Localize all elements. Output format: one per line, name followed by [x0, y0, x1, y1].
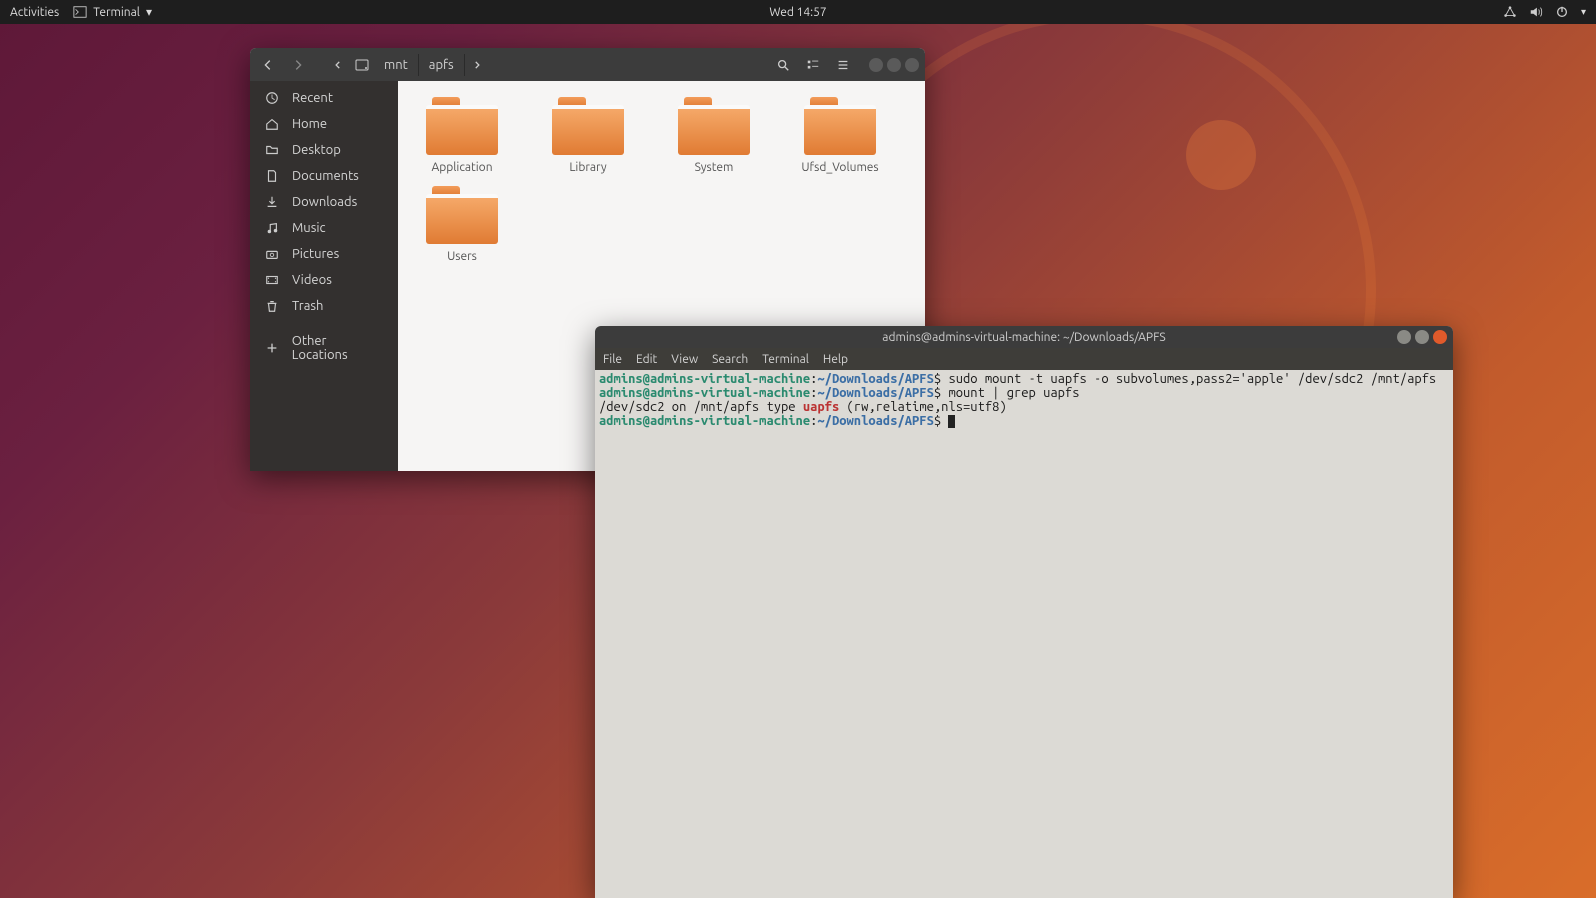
chevron-down-icon[interactable]: ▾	[1581, 6, 1586, 18]
close-button[interactable]	[905, 58, 919, 72]
network-icon[interactable]	[1503, 5, 1517, 19]
folder-label: Application	[414, 161, 510, 174]
sidebar-item-documents[interactable]: Documents	[250, 163, 398, 189]
download-icon	[264, 194, 280, 210]
sidebar-item-other-locations[interactable]: Other Locations	[250, 329, 398, 367]
sidebar-item-label: Downloads	[292, 195, 357, 209]
path-back-button[interactable]	[326, 53, 350, 77]
menu-search[interactable]: Search	[712, 353, 748, 366]
terminal-body[interactable]: admins@admins-virtual-machine:~/Download…	[595, 370, 1453, 898]
sidebar-item-label: Desktop	[292, 143, 341, 157]
gnome-topbar: Activities Terminal ▾ Wed 14:57 ▾	[0, 0, 1596, 24]
back-button[interactable]	[256, 53, 280, 77]
sidebar-item-videos[interactable]: Videos	[250, 267, 398, 293]
folder-system[interactable]: System	[666, 97, 762, 174]
sidebar-item-desktop[interactable]: Desktop	[250, 137, 398, 163]
sidebar-item-label: Home	[292, 117, 327, 131]
folder-icon	[426, 97, 498, 155]
minimize-button[interactable]	[1397, 330, 1411, 344]
maximize-button[interactable]	[1415, 330, 1429, 344]
plus-icon	[264, 340, 280, 356]
menu-view[interactable]: View	[671, 353, 698, 366]
minimize-button[interactable]	[869, 58, 883, 72]
clock[interactable]: Wed 14:57	[769, 6, 826, 19]
sidebar-item-home[interactable]: Home	[250, 111, 398, 137]
forward-button[interactable]	[286, 53, 310, 77]
sidebar-item-label: Music	[292, 221, 326, 235]
folder-ufsd_volumes[interactable]: Ufsd_Volumes	[792, 97, 888, 174]
video-icon	[264, 272, 280, 288]
terminal-icon	[73, 5, 87, 19]
sidebar-item-label: Trash	[292, 299, 323, 313]
folder-label: Users	[414, 250, 510, 263]
folder-label: Ufsd_Volumes	[792, 161, 888, 174]
sidebar-item-recent[interactable]: Recent	[250, 85, 398, 111]
menu-file[interactable]: File	[603, 353, 622, 366]
files-sidebar: Recent Home Desktop Documents Downloads Music…	[250, 81, 398, 471]
folder-icon	[426, 186, 498, 244]
power-icon[interactable]	[1555, 5, 1569, 19]
maximize-button[interactable]	[887, 58, 901, 72]
menu-edit[interactable]: Edit	[636, 353, 657, 366]
hamburger-menu-button[interactable]	[831, 53, 855, 77]
music-icon	[264, 220, 280, 236]
clock-icon	[264, 90, 280, 106]
sidebar-item-label: Documents	[292, 169, 359, 183]
folder-application[interactable]: Application	[414, 97, 510, 174]
app-menu[interactable]: Terminal ▾	[73, 5, 152, 19]
folder-icon	[678, 97, 750, 155]
disk-icon[interactable]	[350, 53, 374, 77]
menu-terminal[interactable]: Terminal	[762, 353, 809, 366]
sidebar-item-pictures[interactable]: Pictures	[250, 241, 398, 267]
cursor	[948, 415, 955, 428]
sidebar-item-label: Videos	[292, 273, 332, 287]
volume-icon[interactable]	[1529, 5, 1543, 19]
path-segment-mnt[interactable]: mnt	[374, 54, 419, 76]
home-icon	[264, 116, 280, 132]
sidebar-item-trash[interactable]: Trash	[250, 293, 398, 319]
close-button[interactable]	[1433, 330, 1447, 344]
folder-label: Library	[540, 161, 636, 174]
view-toggle-button[interactable]	[801, 53, 825, 77]
wallpaper-dot	[1186, 120, 1256, 190]
terminal-titlebar[interactable]: admins@admins-virtual-machine: ~/Downloa…	[595, 326, 1453, 348]
camera-icon	[264, 246, 280, 262]
search-button[interactable]	[771, 53, 795, 77]
folder-icon	[552, 97, 624, 155]
sidebar-item-label: Pictures	[292, 247, 339, 261]
document-icon	[264, 168, 280, 184]
folder-icon	[264, 142, 280, 158]
terminal-title-text: admins@admins-virtual-machine: ~/Downloa…	[882, 331, 1165, 344]
folder-library[interactable]: Library	[540, 97, 636, 174]
folder-users[interactable]: Users	[414, 186, 510, 263]
sidebar-item-music[interactable]: Music	[250, 215, 398, 241]
path-forward-button[interactable]	[465, 53, 489, 77]
terminal-menubar: File Edit View Search Terminal Help	[595, 348, 1453, 370]
sidebar-item-downloads[interactable]: Downloads	[250, 189, 398, 215]
path-segment-apfs[interactable]: apfs	[419, 54, 465, 76]
sidebar-item-label: Recent	[292, 91, 333, 105]
trash-icon	[264, 298, 280, 314]
terminal-window: admins@admins-virtual-machine: ~/Downloa…	[595, 326, 1453, 898]
app-menu-label: Terminal	[93, 6, 140, 19]
activities-button[interactable]: Activities	[10, 6, 59, 19]
folder-label: System	[666, 161, 762, 174]
files-header: mnt apfs	[250, 48, 925, 81]
path-bar: mnt apfs	[326, 53, 489, 77]
folder-icon	[804, 97, 876, 155]
menu-help[interactable]: Help	[823, 353, 848, 366]
chevron-down-icon: ▾	[146, 5, 152, 19]
sidebar-item-label: Other Locations	[292, 334, 384, 362]
